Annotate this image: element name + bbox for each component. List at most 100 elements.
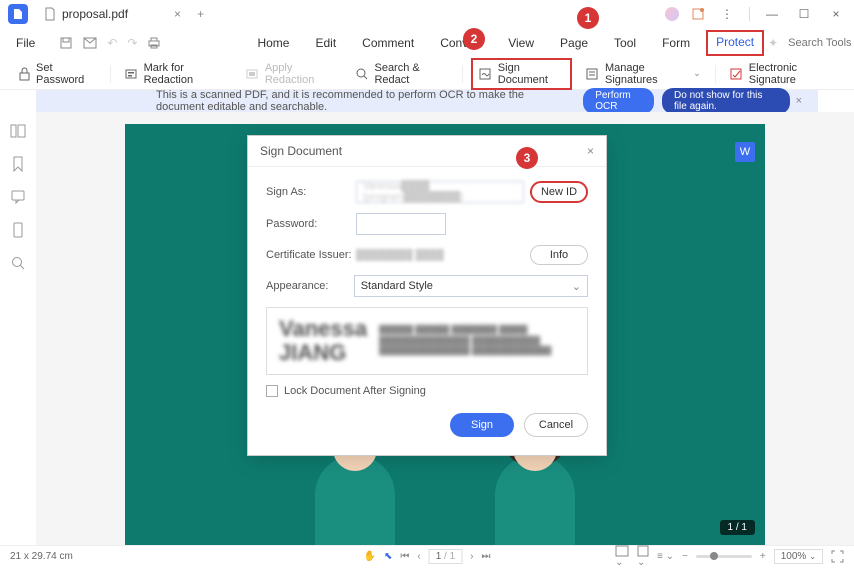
view-mode-icon[interactable]: ⌄ — [615, 545, 629, 568]
undo-icon[interactable]: ↶ — [107, 36, 117, 50]
zoom-in-icon[interactable]: + — [760, 551, 766, 562]
tab-protect[interactable]: Protect — [706, 30, 764, 56]
apply-redaction-button[interactable]: Apply Redaction — [240, 58, 342, 90]
electronic-signature-button[interactable]: Electronic Signature — [724, 58, 842, 90]
zoom-slider[interactable] — [696, 555, 752, 558]
user-avatar-icon[interactable] — [665, 7, 679, 21]
manage-sig-icon — [586, 67, 600, 81]
ocr-close-icon[interactable]: × — [790, 95, 808, 107]
sign-button[interactable]: Sign — [450, 413, 514, 437]
document-icon — [44, 7, 56, 21]
search-redact-icon — [355, 67, 369, 81]
search-icon[interactable] — [11, 256, 25, 270]
bookmarks-icon[interactable] — [12, 156, 24, 172]
tab-home[interactable]: Home — [247, 30, 299, 56]
set-password-label: Set Password — [36, 62, 96, 86]
mark-redaction-button[interactable]: Mark for Redaction — [119, 58, 232, 90]
appearance-select[interactable]: Standard Style — [354, 275, 588, 297]
cert-issuer-value: ████████ ████ — [356, 250, 444, 261]
comments-icon[interactable] — [11, 190, 25, 204]
lock-checkbox[interactable] — [266, 385, 278, 397]
search-tools-input[interactable] — [788, 37, 854, 49]
appearance-label: Appearance: — [266, 280, 354, 292]
hand-tool-icon[interactable]: ✋ — [364, 551, 376, 562]
password-label: Password: — [266, 218, 356, 230]
tab-close-icon[interactable]: × — [174, 7, 181, 21]
file-menu[interactable]: File — [8, 32, 43, 54]
app-icon — [8, 4, 28, 24]
ocr-message: This is a scanned PDF, and it is recomme… — [156, 89, 575, 113]
zoom-select[interactable]: 100% ⌄ — [774, 549, 823, 564]
search-redact-button[interactable]: Search & Redact — [349, 58, 453, 90]
close-window-icon[interactable]: × — [826, 5, 846, 23]
manage-signatures-label: Manage Signatures — [605, 62, 688, 86]
dialog-title: Sign Document — [260, 144, 342, 158]
tab-comment[interactable]: Comment — [352, 30, 424, 56]
perform-ocr-button[interactable]: Perform OCR — [583, 88, 654, 114]
print-icon[interactable] — [147, 36, 161, 50]
redo-icon[interactable]: ↷ — [127, 36, 137, 50]
info-button[interactable]: Info — [530, 245, 588, 265]
callout-1: 1 — [577, 7, 599, 29]
preview-name-1: Vanessa — [279, 317, 367, 341]
apply-redaction-label: Apply Redaction — [265, 62, 336, 86]
save-icon[interactable] — [59, 36, 73, 50]
tab-view[interactable]: View — [498, 30, 544, 56]
tab-edit[interactable]: Edit — [305, 30, 346, 56]
maximize-icon[interactable]: ☐ — [794, 5, 814, 23]
last-page-icon[interactable]: ⏭ — [482, 551, 491, 562]
page-dimensions: 21 x 29.74 cm — [10, 551, 73, 562]
sign-document-button[interactable]: Sign Document — [471, 58, 572, 90]
password-input[interactable] — [356, 213, 446, 235]
tab-tool[interactable]: Tool — [604, 30, 646, 56]
minimize-icon[interactable]: — — [762, 5, 782, 23]
redact-mark-icon — [125, 67, 139, 81]
preview-details: ██████ ██████ ████████ █████ ███████████… — [379, 325, 575, 356]
page-counter: 1 / 1 — [720, 520, 755, 535]
tab-page[interactable]: Page — [550, 30, 598, 56]
protect-toolbar: Set Password Mark for Redaction Apply Re… — [0, 58, 854, 90]
first-page-icon[interactable]: ⏮ — [400, 551, 409, 562]
zoom-out-icon[interactable]: − — [682, 551, 688, 562]
search-redact-label: Search & Redact — [374, 62, 447, 86]
manage-signatures-button[interactable]: Manage Signatures ⌄ — [580, 58, 707, 90]
set-password-button[interactable]: Set Password — [12, 58, 102, 90]
notification-icon[interactable] — [691, 7, 705, 21]
document-tab[interactable]: proposal.pdf × — [36, 3, 189, 25]
tab-add-icon[interactable]: + — [197, 7, 204, 21]
preview-name-2: JIANG — [279, 341, 367, 365]
new-id-button[interactable]: New ID — [530, 181, 588, 203]
menubar: File ↶ ↷ Home Edit Comment Convert View … — [0, 28, 854, 58]
kebab-menu-icon[interactable]: ⋮ — [717, 5, 737, 23]
cancel-button[interactable]: Cancel — [524, 413, 588, 437]
dialog-close-icon[interactable]: × — [587, 144, 594, 158]
fullscreen-icon[interactable] — [831, 550, 844, 563]
next-page-icon[interactable]: › — [470, 551, 473, 562]
esign-icon — [730, 67, 744, 81]
page-input[interactable]: 1 / 1 — [429, 549, 462, 564]
signature-preview: Vanessa JIANG ██████ ██████ ████████ ███… — [266, 307, 588, 375]
thumbnails-icon[interactable] — [10, 124, 26, 138]
mail-icon[interactable] — [83, 37, 97, 49]
chevron-down-icon: ⌄ — [693, 68, 701, 79]
titlebar: proposal.pdf × + ⋮ — ☐ × — [0, 0, 854, 28]
prev-page-icon[interactable]: ‹ — [417, 551, 420, 562]
callout-3: 3 — [516, 147, 538, 169]
fit-icon[interactable]: ⌄ — [637, 545, 649, 568]
attachments-icon[interactable] — [12, 222, 24, 238]
sign-document-label: Sign Document — [498, 62, 564, 86]
redact-apply-icon — [246, 67, 260, 81]
document-filename: proposal.pdf — [62, 7, 128, 21]
mark-redaction-label: Mark for Redaction — [144, 62, 226, 86]
sign-as-select[interactable]: Vanessa████ (program████████) — [356, 181, 524, 203]
cert-issuer-label: Certificate Issuer: — [266, 249, 356, 261]
dont-show-ocr-button[interactable]: Do not show for this file again. — [662, 88, 790, 114]
scroll-mode-icon[interactable]: ≡ ⌄ — [657, 551, 674, 562]
select-tool-icon[interactable]: ⬉ — [384, 551, 392, 562]
sparkle-icon[interactable]: ✦ — [768, 36, 778, 50]
sign-icon — [479, 67, 493, 81]
page-tool-icon[interactable]: W — [735, 142, 755, 162]
tab-form[interactable]: Form — [652, 30, 700, 56]
ocr-banner: This is a scanned PDF, and it is recomme… — [36, 90, 818, 112]
electronic-signature-label: Electronic Signature — [749, 62, 836, 86]
